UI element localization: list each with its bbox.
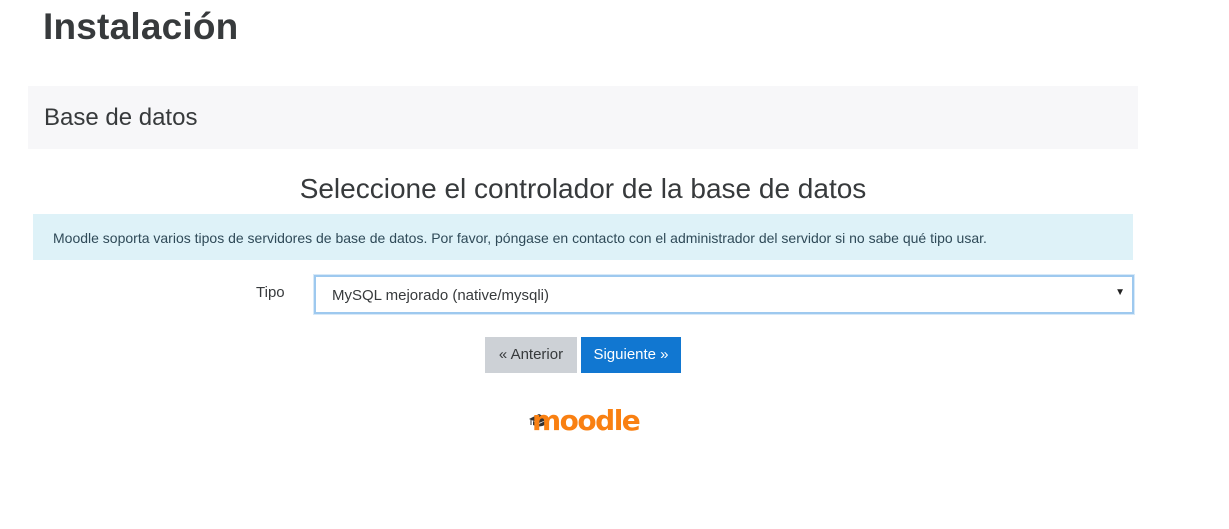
moodle-logo-text: moodle (532, 404, 641, 437)
database-type-value: MySQL mejorado (native/mysqli) (332, 287, 550, 304)
type-label: Tipo (256, 284, 285, 301)
previous-button[interactable]: « Anterior (485, 337, 577, 373)
page-title: Instalación (43, 6, 239, 47)
database-type-select[interactable]: MySQL mejorado (native/mysqli) ▼ (314, 275, 1134, 314)
next-button[interactable]: Siguiente » (581, 337, 681, 373)
info-text: Moodle soporta varios tipos de servidore… (53, 230, 987, 246)
step-heading: Seleccione el controlador de la base de … (299, 173, 867, 204)
installation-page: Instalación Base de datos Seleccione el … (0, 0, 1229, 529)
dropdown-arrow-icon: ▼ (1115, 287, 1125, 298)
moodle-logo[interactable]: moodle (524, 403, 644, 443)
section-header: Base de datos (28, 86, 1138, 149)
section-title: Base de datos (44, 104, 198, 131)
info-alert: Moodle soporta varios tipos de servidore… (33, 214, 1133, 260)
